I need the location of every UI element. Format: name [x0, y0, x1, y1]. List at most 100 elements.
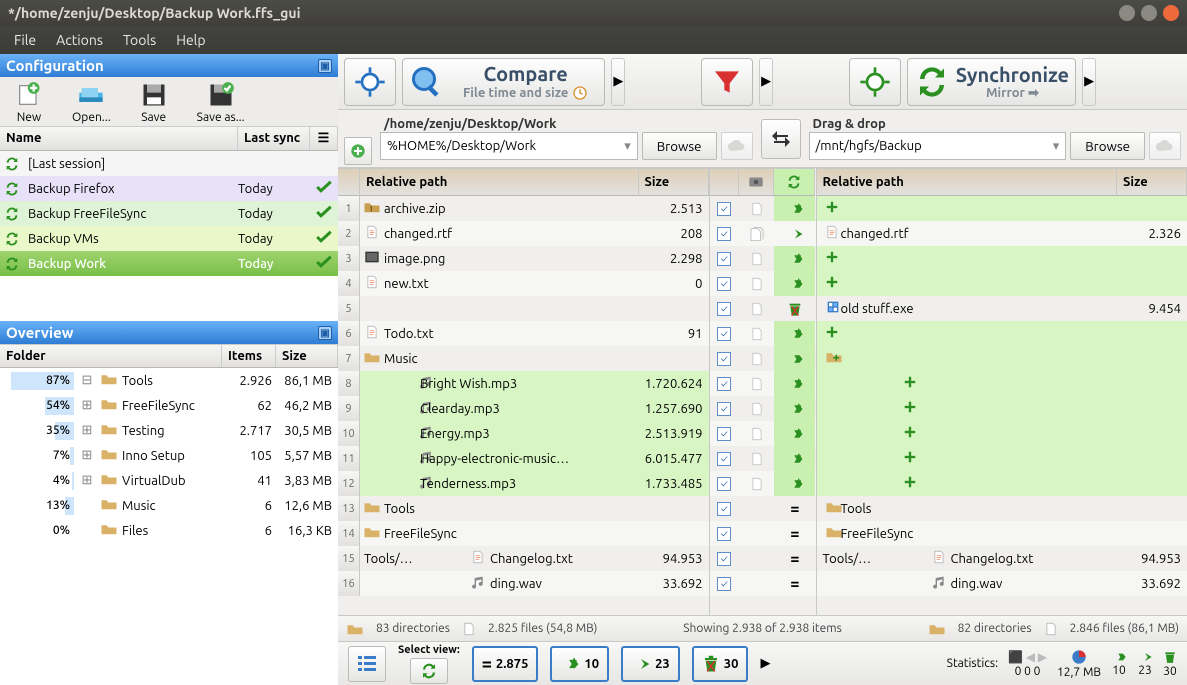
right-row[interactable] — [817, 246, 1187, 271]
left-row[interactable]: 6Todo.txt91 — [338, 321, 709, 346]
filter-dropdown[interactable]: ▶ — [759, 58, 773, 106]
minimize-button[interactable] — [1119, 5, 1135, 21]
right-row[interactable] — [817, 346, 1187, 371]
left-row[interactable]: 15Tools/…Changelog.txt94.953 — [338, 546, 709, 571]
mid-category-header[interactable] — [739, 168, 774, 196]
config-row[interactable]: [Last session] — [0, 151, 338, 176]
left-row[interactable]: 14FreeFileSync — [338, 521, 709, 546]
left-row[interactable]: 13Tools — [338, 496, 709, 521]
menu-tools[interactable]: Tools — [115, 28, 164, 52]
right-browse-button[interactable]: Browse — [1070, 132, 1145, 160]
left-row[interactable]: 5 — [338, 296, 709, 321]
left-row[interactable]: 10Energy.mp32.513.919 — [338, 421, 709, 446]
close-button[interactable] — [1163, 5, 1179, 21]
view-update-button[interactable]: 23 — [621, 646, 680, 682]
overview-row[interactable]: 7%⊞Inno Setup1055,57 MB — [0, 443, 338, 468]
mid-row[interactable]: ✓= — [710, 546, 816, 571]
compare-dropdown[interactable]: ▶ — [611, 58, 625, 106]
right-row[interactable]: Tools — [817, 496, 1187, 521]
overview-row[interactable]: 0%Files616,3 KB — [0, 518, 338, 543]
right-row[interactable]: FreeFileSync — [817, 521, 1187, 546]
left-row[interactable]: 16ding.wav33.692 — [338, 571, 709, 596]
save-button[interactable]: Save — [135, 79, 173, 124]
configuration-close-icon[interactable]: ▣ — [318, 59, 332, 73]
view-mode-button[interactable] — [348, 646, 386, 682]
mid-row[interactable]: ✓ — [710, 446, 816, 471]
right-row[interactable] — [817, 321, 1187, 346]
menu-actions[interactable]: Actions — [48, 28, 111, 52]
right-row[interactable]: changed.rtf2.326 — [817, 221, 1187, 246]
config-row[interactable]: Backup WorkToday — [0, 251, 338, 276]
sync-settings-button[interactable] — [849, 58, 901, 106]
left-row[interactable]: 3image.png2.298 — [338, 246, 709, 271]
right-path-input[interactable]: /mnt/hgfs/Backup▾ — [809, 132, 1067, 160]
right-row[interactable] — [817, 446, 1187, 471]
view-delete-button[interactable]: 30 — [692, 646, 749, 682]
mid-row[interactable]: ✓ — [710, 196, 816, 221]
right-relpath-header[interactable]: Relative path — [817, 168, 1118, 196]
compare-settings-button[interactable] — [344, 58, 396, 106]
left-row[interactable]: 11Happy-electronic-music…6.015.477 — [338, 446, 709, 471]
right-row[interactable] — [817, 271, 1187, 296]
left-row[interactable]: 2changed.rtf208 — [338, 221, 709, 246]
mid-row[interactable]: ✓ — [710, 471, 816, 496]
overview-size-header[interactable]: Size — [276, 345, 338, 367]
config-list[interactable]: [Last session]Backup FirefoxTodayBackup … — [0, 151, 338, 321]
left-row[interactable]: 1archive.zip2.513 — [338, 196, 709, 221]
left-path-input[interactable]: %HOME%/Desktop/Work▾ — [380, 132, 638, 160]
add-pair-button[interactable] — [344, 137, 372, 165]
right-row[interactable] — [817, 471, 1187, 496]
right-cloud-button[interactable] — [1149, 132, 1181, 160]
left-row[interactable]: 8Bright Wish.mp31.720.624 — [338, 371, 709, 396]
mid-row[interactable]: ✓ — [710, 396, 816, 421]
mid-row[interactable]: ✓= — [710, 496, 816, 521]
menu-file[interactable]: File — [6, 28, 44, 52]
swap-sides-button[interactable] — [761, 119, 801, 159]
mid-row[interactable]: ✓ — [710, 296, 816, 321]
left-browse-button[interactable]: Browse — [642, 132, 717, 160]
view-equal-button[interactable]: =2.875 — [472, 646, 539, 682]
overview-items-header[interactable]: Items — [222, 345, 276, 367]
right-row[interactable] — [817, 421, 1187, 446]
select-view-button[interactable] — [410, 658, 448, 684]
overview-row[interactable]: 13%Music612,6 MB — [0, 493, 338, 518]
config-row[interactable]: Backup FreeFileSyncToday — [0, 201, 338, 226]
filter-button[interactable] — [701, 58, 753, 106]
overview-row[interactable]: 87%⊟Tools2.92686,1 MB — [0, 368, 338, 393]
overview-row[interactable]: 4%⊞VirtualDub413,83 MB — [0, 468, 338, 493]
mid-row[interactable]: ✓ — [710, 371, 816, 396]
left-row[interactable]: 7Music — [338, 346, 709, 371]
synchronize-button[interactable]: Synchronize Mirror ➡ — [907, 58, 1076, 106]
left-size-header[interactable]: Size — [639, 168, 709, 196]
config-row[interactable]: Backup FirefoxToday — [0, 176, 338, 201]
mid-row[interactable]: ✓ — [710, 221, 816, 246]
left-cloud-button[interactable] — [721, 132, 753, 160]
left-row[interactable]: 12Tenderness.mp31.733.485 — [338, 471, 709, 496]
right-row[interactable]: old stuff.exe9.454 — [817, 296, 1187, 321]
left-row[interactable]: 9Clearday.mp31.257.690 — [338, 396, 709, 421]
maximize-button[interactable] — [1141, 5, 1157, 21]
mid-row[interactable]: ✓ — [710, 321, 816, 346]
left-grid[interactable]: 1archive.zip2.5132changed.rtf2083image.p… — [338, 196, 709, 615]
open-button[interactable]: Open... — [72, 79, 111, 124]
overview-close-icon[interactable]: ▣ — [318, 326, 332, 340]
sync-dropdown[interactable]: ▶ — [1082, 58, 1096, 106]
view-create-button[interactable]: 10 — [550, 646, 609, 682]
config-name-header[interactable]: Name — [0, 127, 238, 150]
compare-button[interactable]: Compare File time and size — [402, 58, 605, 106]
config-row[interactable]: Backup VMsToday — [0, 226, 338, 251]
mid-row[interactable]: ✓= — [710, 521, 816, 546]
config-menu-header[interactable]: ☰ — [310, 127, 338, 150]
mid-grid[interactable]: ✓✓✓✓✓✓✓✓✓✓✓✓✓=✓=✓=✓= — [710, 196, 816, 615]
overview-folder-header[interactable]: Folder — [0, 345, 222, 367]
right-size-header[interactable]: Size — [1117, 168, 1187, 196]
right-row[interactable]: Tools/…Changelog.txt94.953 — [817, 546, 1187, 571]
left-row[interactable]: 4new.txt0 — [338, 271, 709, 296]
overview-row[interactable]: 54%⊞FreeFileSync6246,2 MB — [0, 393, 338, 418]
mid-row[interactable]: ✓ — [710, 246, 816, 271]
menu-help[interactable]: Help — [168, 28, 213, 52]
right-row[interactable] — [817, 371, 1187, 396]
mid-action-header[interactable] — [774, 168, 815, 196]
right-grid[interactable]: changed.rtf2.326 old stuff.exe9.454 ToolsF… — [817, 196, 1187, 615]
mid-row[interactable]: ✓= — [710, 571, 816, 596]
